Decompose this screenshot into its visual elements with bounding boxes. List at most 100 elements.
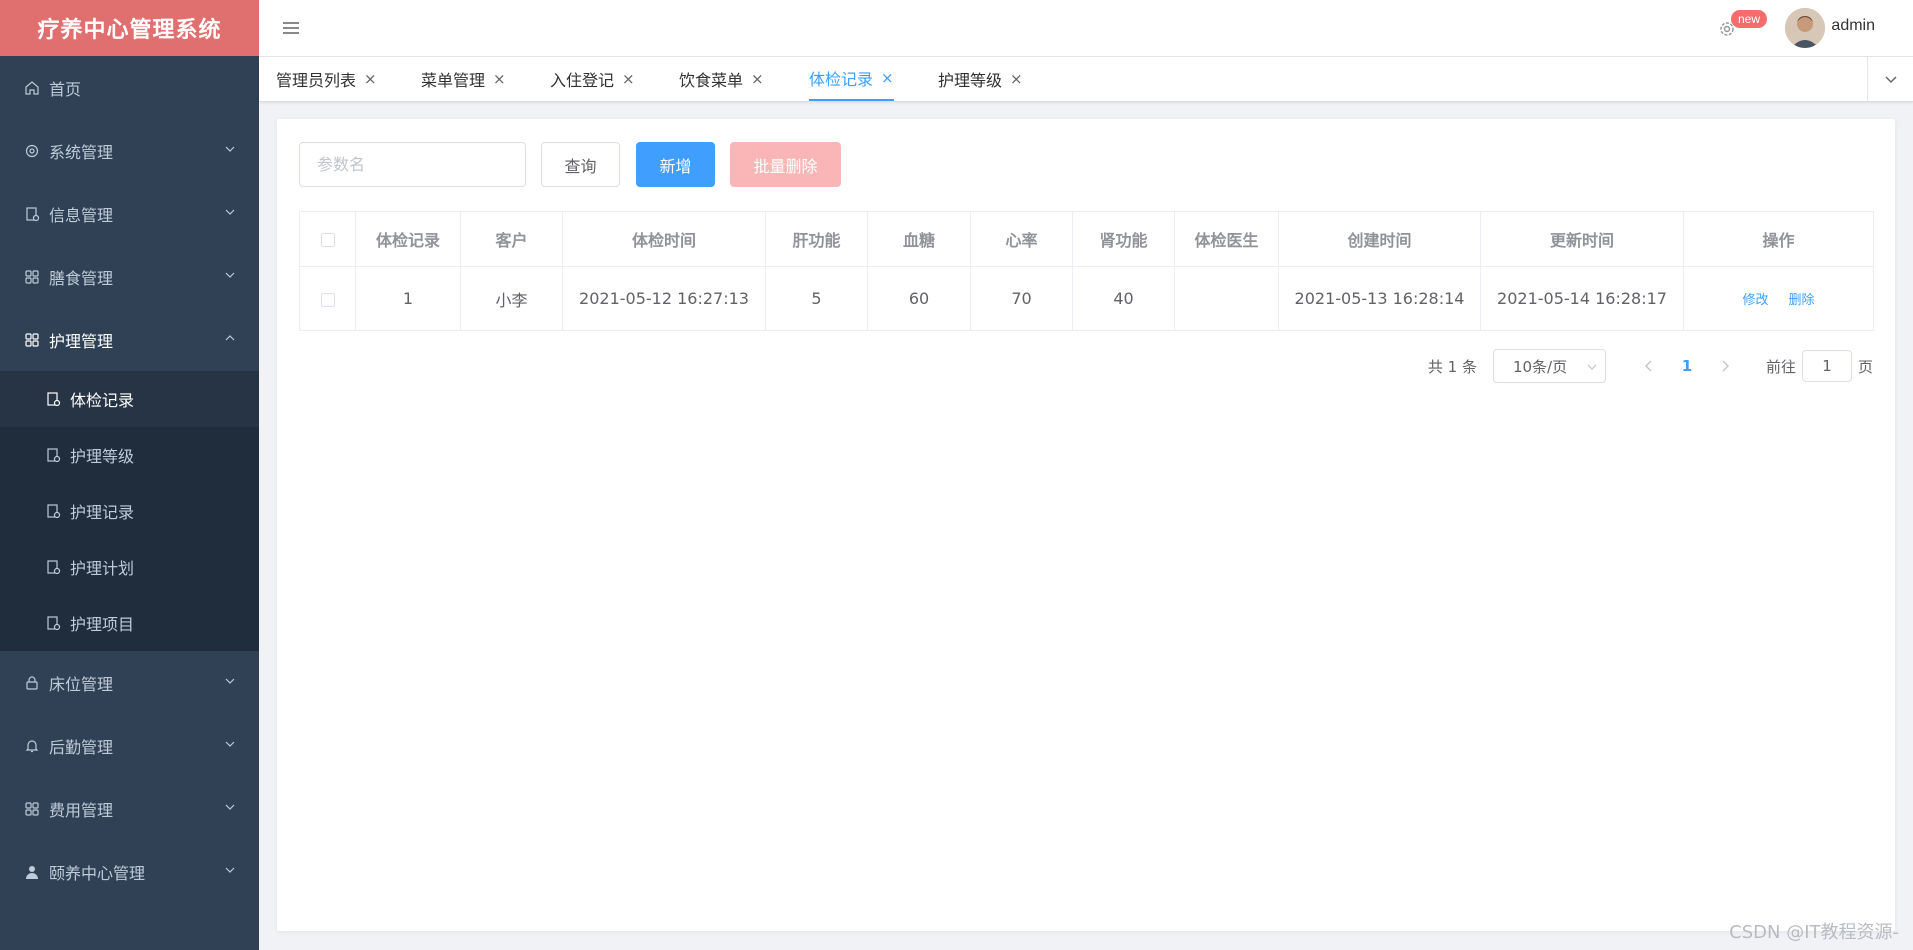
sidebar-item-home[interactable]: 首页 [0, 56, 259, 119]
sidebar-item-label: 系统管理 [49, 142, 114, 162]
avatar[interactable] [1785, 8, 1825, 48]
add-button[interactable]: 新增 [636, 142, 715, 187]
chevron-left-icon [1644, 360, 1652, 372]
sidebar-subitem-nursing-records[interactable]: 护理记录 [0, 483, 259, 539]
cell-actions: 修改 删除 [1683, 266, 1874, 331]
chevron-up-icon [225, 334, 235, 340]
grid-icon [23, 800, 41, 818]
close-icon[interactable]: × [751, 70, 764, 88]
column-header[interactable]: 心率 [970, 211, 1073, 267]
sidebar: 疗养中心管理系统 首页 系统管理 信息管理 膳食管理 护理管理 体检记录 护理等… [0, 0, 259, 950]
tab-label: 入住登记 [550, 71, 615, 90]
exam-records-table: 体检记录 客户 体检时间 肝功能 血糖 心率 肾功能 体检医生 创建时间 更新时… [299, 211, 1874, 331]
new-badge: new [1730, 10, 1767, 28]
cell-id: 1 [355, 266, 461, 331]
tab-diet-menu[interactable]: 饮食菜单 × [679, 57, 764, 101]
tab-label: 饮食菜单 [679, 71, 744, 90]
sidebar-item-meals[interactable]: 膳食管理 [0, 245, 259, 308]
tab-label: 体检记录 [809, 70, 874, 89]
select-all-checkbox[interactable] [320, 233, 335, 247]
close-icon[interactable]: × [493, 70, 506, 88]
cell-updated: 2021-05-14 16:28:17 [1480, 266, 1684, 331]
document-icon [44, 558, 62, 576]
chevron-down-icon [225, 678, 235, 684]
close-icon[interactable]: × [1010, 70, 1023, 88]
column-header[interactable]: 血糖 [867, 211, 971, 267]
sidebar-subitem-nursing-items[interactable]: 护理项目 [0, 595, 259, 651]
edit-link[interactable]: 修改 [1742, 293, 1768, 308]
select-all-cell[interactable] [299, 211, 356, 267]
batch-delete-button[interactable]: 批量删除 [730, 142, 841, 187]
sidebar-item-nursing[interactable]: 护理管理 [0, 308, 259, 371]
sidebar-item-care-center[interactable]: 颐养中心管理 [0, 840, 259, 903]
tab-checkin[interactable]: 入住登记 × [550, 57, 635, 101]
column-header[interactable]: 体检时间 [562, 211, 766, 267]
search-input[interactable] [299, 142, 526, 187]
sidebar-item-logistics[interactable]: 后勤管理 [0, 714, 259, 777]
sidebar-subitem-exam-records[interactable]: 体检记录 [0, 371, 259, 427]
sidebar-item-label: 护理管理 [49, 331, 114, 351]
sidebar-subitem-label: 护理等级 [70, 447, 135, 466]
tab-label: 菜单管理 [421, 71, 486, 90]
chevron-down-icon [1587, 364, 1597, 370]
hamburger-icon[interactable] [281, 18, 301, 38]
sidebar-item-system[interactable]: 系统管理 [0, 119, 259, 182]
column-header[interactable]: 体检医生 [1174, 211, 1279, 267]
sidebar-item-label: 首页 [49, 79, 82, 99]
cell-created: 2021-05-13 16:28:14 [1278, 266, 1481, 331]
tab-label: 管理员列表 [276, 71, 357, 90]
next-page-button[interactable] [1710, 351, 1740, 381]
sidebar-item-info[interactable]: 信息管理 [0, 182, 259, 245]
tab-exam-records[interactable]: 体检记录 × [809, 57, 894, 101]
tab-menu-management[interactable]: 菜单管理 × [421, 57, 506, 101]
column-header[interactable]: 创建时间 [1278, 211, 1481, 267]
goto-page-input[interactable]: 1 [1801, 350, 1852, 382]
column-header[interactable]: 更新时间 [1480, 211, 1684, 267]
column-header[interactable]: 肾功能 [1072, 211, 1175, 267]
tab-nursing-level[interactable]: 护理等级 × [938, 57, 1023, 101]
tabs-more-button[interactable] [1867, 57, 1913, 101]
column-header[interactable]: 客户 [460, 211, 563, 267]
pagination: 共 1 条 10条/页 1 前往 1 页 [1428, 349, 1873, 383]
sidebar-subitem-nursing-level[interactable]: 护理等级 [0, 427, 259, 483]
chevron-down-icon [1885, 76, 1896, 83]
username[interactable]: admin [1831, 17, 1875, 35]
sidebar-item-label: 费用管理 [49, 800, 114, 820]
prev-page-button[interactable] [1634, 351, 1664, 381]
column-header[interactable]: 肝功能 [765, 211, 868, 267]
row-checkbox[interactable] [320, 292, 335, 307]
chevron-down-icon [225, 867, 235, 873]
gear-icon [23, 142, 41, 160]
page-size-select[interactable]: 10条/页 [1492, 349, 1606, 383]
pagination-total: 共 1 条 [1427, 357, 1477, 376]
cell-heart-rate: 70 [970, 266, 1073, 331]
column-header[interactable]: 体检记录 [355, 211, 461, 267]
document-icon [23, 205, 41, 223]
user-icon [23, 863, 41, 881]
home-icon [23, 79, 41, 97]
document-icon [44, 614, 62, 632]
delete-link[interactable]: 删除 [1789, 293, 1815, 308]
row-select-cell[interactable] [299, 266, 356, 331]
cell-glucose: 60 [867, 266, 971, 331]
query-button[interactable]: 查询 [541, 142, 620, 187]
sidebar-item-beds[interactable]: 床位管理 [0, 651, 259, 714]
sidebar-subitem-label: 护理记录 [70, 503, 135, 522]
sidebar-subitem-label: 体检记录 [70, 391, 135, 410]
app-logo-title: 疗养中心管理系统 [0, 0, 259, 56]
sidebar-subitem-label: 护理项目 [70, 615, 135, 634]
tab-admin-list[interactable]: 管理员列表 × [276, 57, 377, 101]
sidebar-subitem-nursing-plan[interactable]: 护理计划 [0, 539, 259, 595]
close-icon[interactable]: × [364, 70, 377, 88]
table-row: 1 小李 2021-05-12 16:27:13 5 60 70 40 2021… [299, 266, 1874, 331]
sidebar-item-label: 后勤管理 [49, 737, 114, 757]
goto-suffix: 页 [1857, 357, 1873, 376]
goto-page: 前往 1 页 [1766, 350, 1873, 382]
chevron-down-icon [225, 741, 235, 747]
close-icon[interactable]: × [622, 70, 635, 88]
goto-prefix: 前往 [1765, 357, 1796, 376]
sidebar-item-fees[interactable]: 费用管理 [0, 777, 259, 840]
current-page[interactable]: 1 [1672, 357, 1702, 375]
lock-icon [23, 674, 41, 692]
close-icon[interactable]: × [881, 69, 894, 87]
